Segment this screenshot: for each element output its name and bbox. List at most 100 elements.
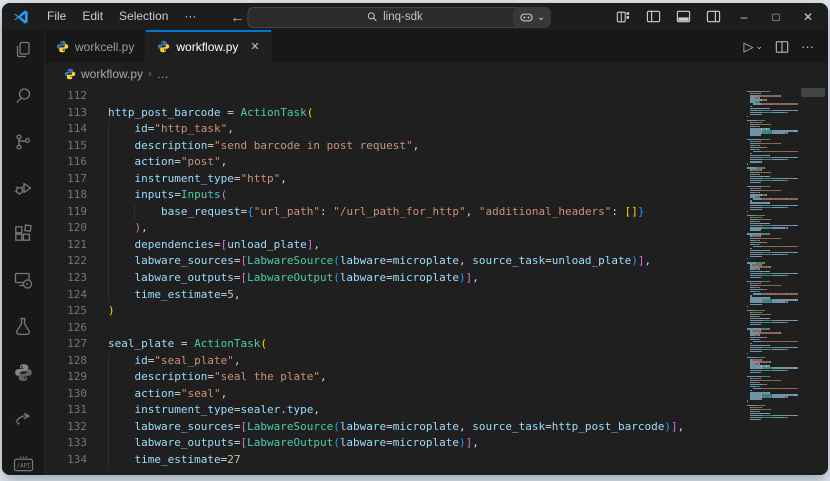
code-line-114[interactable]: 114 id="http_task", xyxy=(45,121,746,138)
indent-guide xyxy=(108,204,109,221)
remote-explorer-icon[interactable] xyxy=(12,269,34,291)
line-text: ), xyxy=(108,220,148,237)
maximize-button[interactable]: □ xyxy=(762,6,790,28)
line-number: 123 xyxy=(45,270,108,287)
toggle-primary-sidebar-icon[interactable] xyxy=(640,7,666,27)
indent-guide xyxy=(108,452,109,469)
code-line-119[interactable]: 119 base_request={"url_path": "/url_path… xyxy=(45,204,746,221)
line-text: id="http_task", xyxy=(108,121,234,138)
run-chevron-icon: ⌄ xyxy=(755,41,763,52)
code-line-132[interactable]: 132 labware_sources=[LabwareSource(labwa… xyxy=(45,419,746,436)
code-line-117[interactable]: 117 instrument_type="http", xyxy=(45,171,746,188)
line-text: labware_outputs=[LabwareOutput(labware=m… xyxy=(108,270,479,287)
indent-guide xyxy=(108,138,109,155)
send-icon[interactable] xyxy=(12,407,34,429)
code-line-133[interactable]: 133 labware_outputs=[LabwareOutput(labwa… xyxy=(45,435,746,452)
scrollbar-thumb[interactable] xyxy=(801,88,825,97)
line-number: 133 xyxy=(45,435,108,452)
code-line-122[interactable]: 122 labware_sources=[LabwareSource(labwa… xyxy=(45,253,746,270)
code-line-113[interactable]: 113http_post_barcode = ActionTask( xyxy=(45,105,746,122)
menu-overflow[interactable]: ··· xyxy=(176,3,204,30)
nav-back-icon[interactable]: ← xyxy=(230,9,244,25)
line-number: 116 xyxy=(45,154,108,171)
line-number: 128 xyxy=(45,353,108,370)
python-file-icon xyxy=(157,40,170,53)
line-number: 124 xyxy=(45,287,108,304)
api-icon[interactable]: /API xyxy=(12,453,34,475)
code-line-116[interactable]: 116 action="post", xyxy=(45,154,746,171)
close-button[interactable]: ✕ xyxy=(794,6,822,28)
python-file-icon xyxy=(56,40,69,53)
menu-file[interactable]: File xyxy=(39,3,74,30)
line-number: 115 xyxy=(45,138,108,155)
scrollbar[interactable] xyxy=(798,85,828,475)
code-line-124[interactable]: 124 time_estimate=5, xyxy=(45,287,746,304)
extensions-icon[interactable] xyxy=(12,223,34,245)
source-control-icon[interactable] xyxy=(12,131,34,153)
customize-layout-icon[interactable] xyxy=(610,7,636,27)
code-line-126[interactable]: 126 xyxy=(45,320,746,337)
line-number: 125 xyxy=(45,303,108,320)
menu-edit[interactable]: Edit xyxy=(74,3,111,30)
indent-guide xyxy=(108,154,109,171)
copilot-icon xyxy=(519,10,534,25)
split-editor-icon[interactable] xyxy=(775,40,789,54)
python-extension-icon[interactable] xyxy=(12,361,34,383)
indent-guide xyxy=(108,419,109,436)
tab-close-icon[interactable]: ✕ xyxy=(250,40,259,53)
code-line-118[interactable]: 118 inputs=Inputs( xyxy=(45,187,746,204)
toggle-secondary-sidebar-icon[interactable] xyxy=(700,7,726,27)
run-debug-icon[interactable] xyxy=(12,177,34,199)
line-number: 120 xyxy=(45,220,108,237)
line-text: time_estimate=5, xyxy=(108,287,240,304)
search-sidebar-icon[interactable] xyxy=(12,85,34,107)
more-actions-icon[interactable]: ··· xyxy=(801,39,814,54)
code-line-127[interactable]: 127seal_plate = ActionTask( xyxy=(45,336,746,353)
menu-selection[interactable]: Selection xyxy=(111,3,176,30)
tab-workcell[interactable]: workcell.py xyxy=(45,30,146,63)
breadcrumb-symbol[interactable]: … xyxy=(157,67,169,81)
code-line-128[interactable]: 128 id="seal_plate", xyxy=(45,353,746,370)
toggle-panel-icon[interactable] xyxy=(670,7,696,27)
search-icon xyxy=(366,11,378,23)
code-line-125[interactable]: 125) xyxy=(45,303,746,320)
code-line-131[interactable]: 131 instrument_type=sealer.type, xyxy=(45,402,746,419)
indent-guide xyxy=(108,287,109,304)
line-number: 127 xyxy=(45,336,108,353)
copilot-chevron-icon: ⌄ xyxy=(537,12,545,23)
line-text: http_post_barcode = ActionTask( xyxy=(108,105,313,122)
tab-workflow[interactable]: workflow.py ✕ xyxy=(146,30,271,63)
activity-bar: /API xyxy=(2,30,45,475)
minimize-button[interactable]: – xyxy=(730,6,758,28)
indent-guide xyxy=(134,204,135,221)
code-line-115[interactable]: 115 description="send barcode in post re… xyxy=(45,138,746,155)
minimap[interactable] xyxy=(746,85,798,475)
python-file-icon xyxy=(64,68,76,80)
command-center-search[interactable]: linq-sdk xyxy=(247,7,541,28)
indent-guide xyxy=(108,187,109,204)
breadcrumb-file[interactable]: workflow.py xyxy=(81,67,143,81)
testing-icon[interactable] xyxy=(12,315,34,337)
code-line-129[interactable]: 129 description="seal the plate", xyxy=(45,369,746,386)
breadcrumb-separator: › xyxy=(148,68,152,80)
line-text: description="send barcode in post reques… xyxy=(108,138,419,155)
line-text: action="seal", xyxy=(108,386,227,403)
editor-pane: 112113http_post_barcode = ActionTask(114… xyxy=(45,85,828,475)
run-icon: ▷ xyxy=(743,39,753,55)
tab-bar: workcell.py workflow.py ✕ ▷ ⌄ xyxy=(45,30,828,63)
line-number: 132 xyxy=(45,419,108,436)
line-text: instrument_type=sealer.type, xyxy=(108,402,320,419)
line-text: ) xyxy=(108,303,115,320)
code-line-121[interactable]: 121 dependencies=[unload_plate], xyxy=(45,237,746,254)
svg-text:/API: /API xyxy=(16,463,30,469)
code-line-130[interactable]: 130 action="seal", xyxy=(45,386,746,403)
code-line-112[interactable]: 112 xyxy=(45,88,746,105)
explorer-icon[interactable] xyxy=(12,39,34,61)
code-line-134[interactable]: 134 time_estimate=27 xyxy=(45,452,746,469)
code-line-120[interactable]: 120 ), xyxy=(45,220,746,237)
title-bar: File Edit Selection ··· ← → linq-sdk ⌄ xyxy=(2,3,828,30)
run-python-button[interactable]: ▷ ⌄ xyxy=(743,39,763,55)
code-lines[interactable]: 112113http_post_barcode = ActionTask(114… xyxy=(45,85,746,475)
copilot-button[interactable]: ⌄ xyxy=(513,7,551,28)
code-line-123[interactable]: 123 labware_outputs=[LabwareOutput(labwa… xyxy=(45,270,746,287)
